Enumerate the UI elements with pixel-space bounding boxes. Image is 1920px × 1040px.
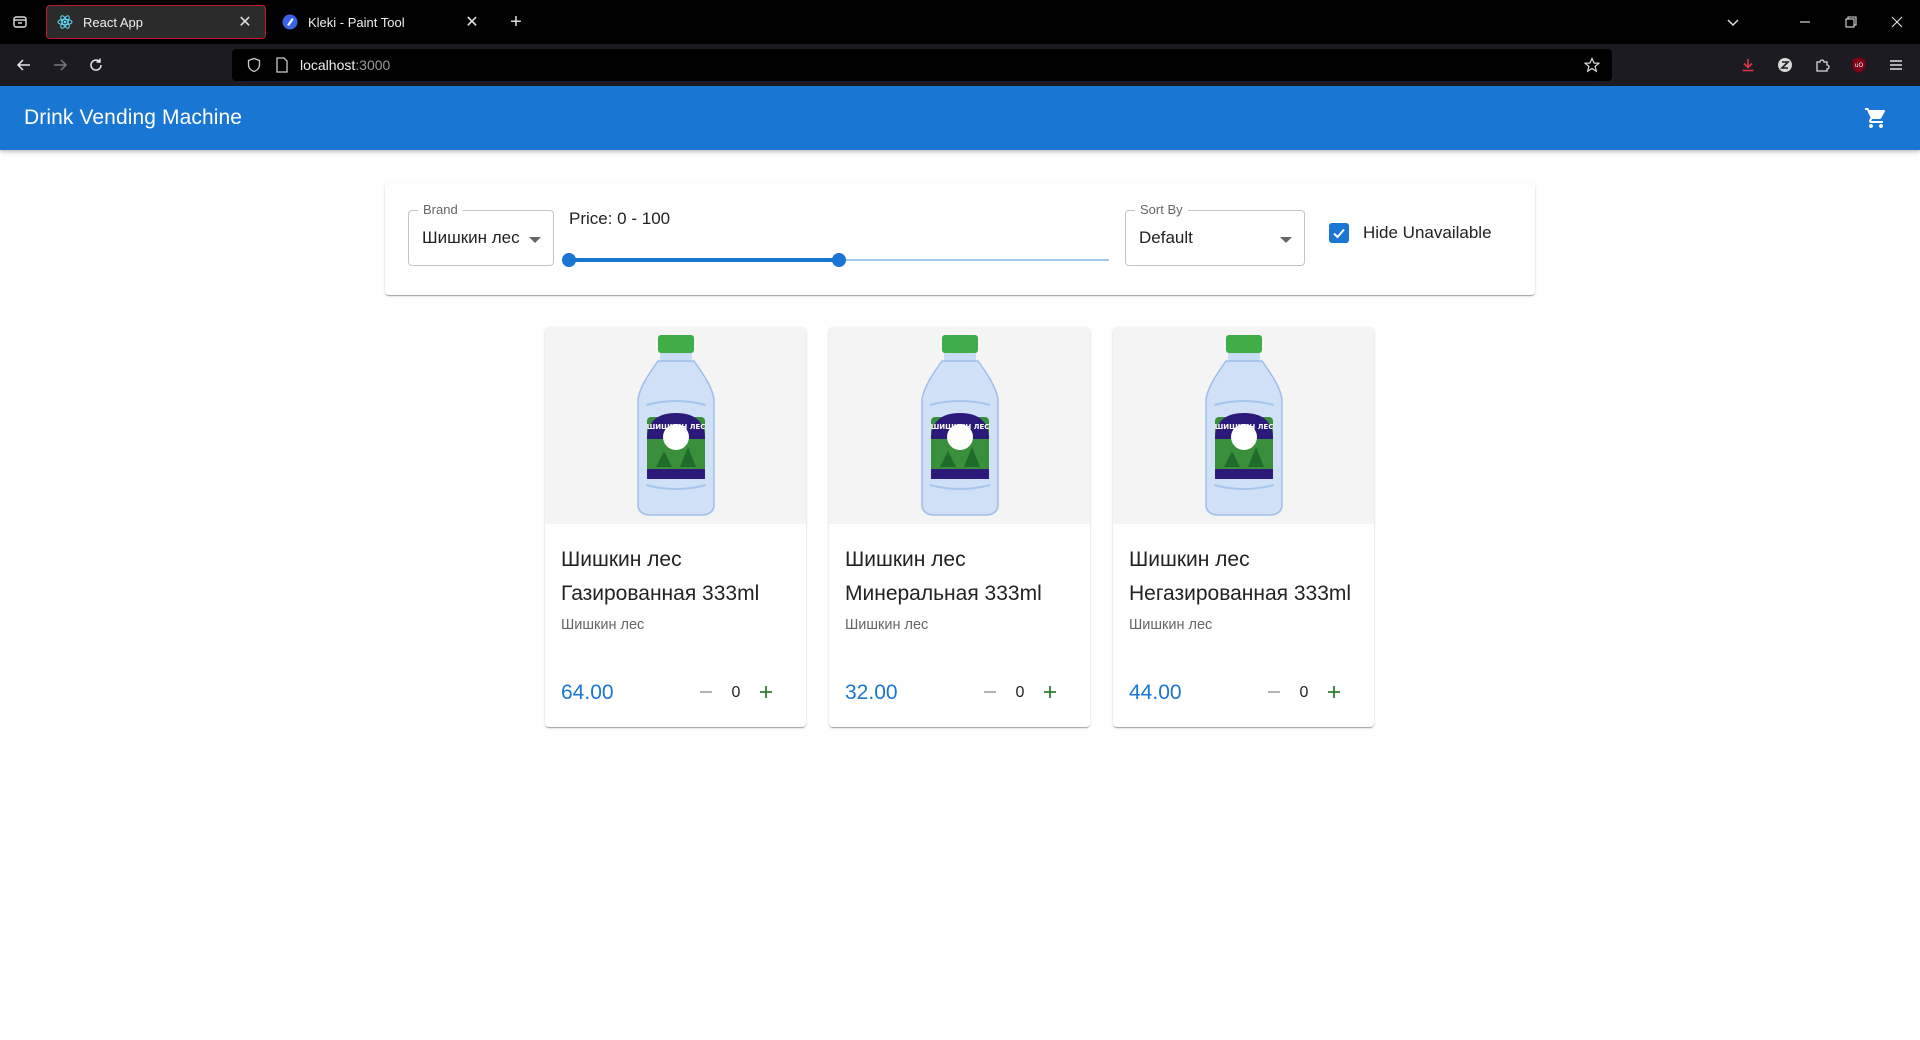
- bottle-label-text: ШИШКИН ЛЕС: [1214, 423, 1273, 431]
- checkbox-icon[interactable]: [1329, 223, 1349, 243]
- product-quantity: 0: [1015, 684, 1025, 701]
- sort-label: Sort By: [1135, 202, 1188, 217]
- minus-icon[interactable]: [691, 677, 721, 707]
- close-icon[interactable]: ✕: [235, 12, 255, 32]
- product-name: Шишкин лес Минеральная 333ml: [845, 548, 1042, 605]
- plus-icon[interactable]: [751, 677, 781, 707]
- plus-icon[interactable]: [1035, 677, 1065, 707]
- slider-track: [569, 258, 839, 262]
- plus-icon[interactable]: [1319, 677, 1349, 707]
- bottle-label-text: ШИШКИН ЛЕС: [930, 423, 989, 431]
- back-icon[interactable]: [6, 49, 42, 81]
- water-bottle-image: ШИШКИН ЛЕС: [1204, 334, 1283, 516]
- shield-icon[interactable]: [244, 55, 264, 75]
- product-quantity: 0: [731, 684, 741, 701]
- slider-thumb-min[interactable]: [562, 253, 576, 267]
- brand-value: Шишкин лес: [422, 228, 520, 247]
- product-image: ШИШКИН ЛЕС: [1113, 327, 1374, 524]
- minimize-icon[interactable]: [1782, 0, 1828, 44]
- star-icon[interactable]: [1582, 55, 1602, 75]
- minus-icon[interactable]: [975, 677, 1005, 707]
- tab-list-icon[interactable]: [0, 0, 40, 44]
- product-name: Шишкин лес Газированная 333ml: [561, 548, 760, 605]
- app-bar: Drink Vending Machine: [0, 86, 1920, 150]
- slider-thumb-max[interactable]: [832, 253, 846, 267]
- tab-title: React App: [83, 14, 143, 30]
- brand-select[interactable]: Brand Шишкин лес: [408, 202, 554, 266]
- url-port: :3000: [355, 57, 391, 73]
- price-slider[interactable]: [562, 253, 1109, 267]
- cart-icon[interactable]: [1864, 106, 1888, 130]
- download-icon[interactable]: [1729, 49, 1766, 81]
- forward-icon[interactable]: [42, 49, 78, 81]
- window-controls: [1710, 0, 1920, 44]
- water-bottle-image: ШИШКИН ЛЕС: [920, 334, 999, 516]
- tab-kleki[interactable]: Kleki - Paint Tool ✕: [272, 5, 492, 39]
- product-brand: Шишкин лес: [845, 617, 929, 633]
- url-bar[interactable]: localhost:3000: [232, 49, 1612, 81]
- product-quantity: 0: [1299, 684, 1309, 701]
- react-icon: [57, 14, 73, 30]
- product-card: ШИШКИН ЛЕС Шишкин лес Газированная 333ml…: [545, 327, 806, 727]
- water-bottle-image: ШИШКИН ЛЕС: [636, 334, 715, 516]
- product-price: 32.00: [845, 681, 898, 704]
- product-card: ШИШКИН ЛЕС Шишкин лес Негазированная 333…: [1113, 327, 1374, 727]
- product-image: ШИШКИН ЛЕС: [545, 327, 806, 524]
- page-icon[interactable]: [272, 55, 292, 75]
- product-brand: Шишкин лес: [561, 617, 645, 633]
- close-icon[interactable]: ✕: [462, 12, 482, 32]
- tab-title: Kleki - Paint Tool: [308, 14, 405, 30]
- dropdown-arrow-icon: [529, 237, 541, 243]
- toolbar-icons: uO: [1729, 44, 1920, 86]
- price-label: Price: 0 - 100: [569, 209, 671, 228]
- hide-unavailable-label: Hide Unavailable: [1363, 223, 1492, 242]
- filter-panel: Brand Шишкин лес Price: 0 - 100 Sort By …: [385, 183, 1535, 295]
- product-price: 64.00: [561, 681, 614, 704]
- tab-react-app[interactable]: React App ✕: [46, 5, 266, 39]
- app-title: Drink Vending Machine: [24, 106, 243, 129]
- hide-unavailable-toggle[interactable]: Hide Unavailable: [1329, 223, 1492, 243]
- browser-nav-bar: localhost:3000 uO: [0, 44, 1920, 86]
- product-name: Шишкин лес Негазированная 333ml: [1129, 548, 1352, 605]
- menu-icon[interactable]: [1877, 49, 1914, 81]
- chevron-down-icon[interactable]: [1710, 0, 1756, 44]
- extensions-icon[interactable]: [1803, 49, 1840, 81]
- restore-icon[interactable]: [1828, 0, 1874, 44]
- bottle-label-text: ШИШКИН ЛЕС: [646, 423, 705, 431]
- product-image: ШИШКИН ЛЕС: [829, 327, 1090, 524]
- brand-label: Brand: [418, 202, 463, 217]
- product-card: ШИШКИН ЛЕС Шишкин лес Минеральная 333ml …: [829, 327, 1090, 727]
- kleki-icon: [282, 14, 298, 30]
- zotero-icon[interactable]: [1766, 49, 1803, 81]
- product-price: 44.00: [1129, 681, 1182, 704]
- browser-tab-bar: React App ✕ Kleki - Paint Tool ✕ +: [0, 0, 1920, 44]
- sort-value: Default: [1139, 228, 1193, 247]
- product-brand: Шишкин лес: [1129, 617, 1213, 633]
- svg-text:uO: uO: [1854, 62, 1863, 69]
- plus-icon[interactable]: +: [500, 6, 532, 38]
- minus-icon[interactable]: [1259, 677, 1289, 707]
- ublock-icon[interactable]: uO: [1840, 49, 1877, 81]
- dropdown-arrow-icon: [1280, 237, 1292, 243]
- reload-icon[interactable]: [78, 49, 114, 81]
- sort-select[interactable]: Sort By Default: [1125, 202, 1305, 266]
- close-window-icon[interactable]: [1874, 0, 1920, 44]
- url-host: localhost: [300, 57, 356, 73]
